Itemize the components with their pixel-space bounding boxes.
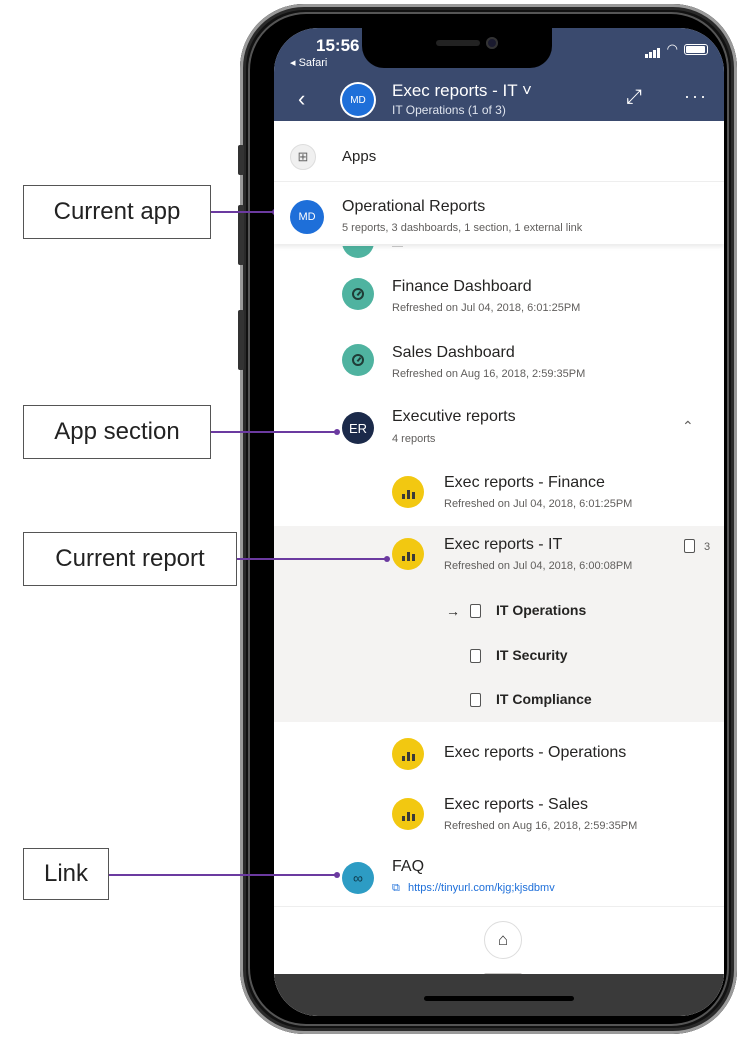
dashboard-icon: [342, 278, 374, 310]
home-indicator[interactable]: [424, 996, 574, 1001]
callout-current-report: Current report: [23, 532, 237, 586]
current-app-row[interactable]: MD Operational Reports 5 reports, 3 dash…: [274, 186, 724, 244]
section-executive-reports[interactable]: ER Executive reports 4 reports ⌃: [274, 396, 724, 458]
expand-icon[interactable]: ⤢: [626, 86, 642, 109]
list-item-exec-sales[interactable]: Exec reports - Sales Refreshed on Aug 16…: [274, 784, 724, 846]
callout-leader-line: [211, 211, 275, 213]
header-avatar: MD: [342, 84, 374, 116]
section-subtitle: 4 reports: [392, 433, 436, 445]
item-subtitle: Refreshed on Aug 16, 2018, 2:59:35PM: [444, 820, 638, 832]
item-title: Sales Dashboard: [392, 344, 515, 361]
signal-icon: [644, 40, 661, 58]
link-icon: ∞: [342, 862, 374, 894]
callout-current-app: Current app: [23, 185, 211, 239]
list-item-sales-dashboard[interactable]: Sales Dashboard Refreshed on Aug 16, 201…: [274, 330, 724, 392]
callout-link: Link: [23, 848, 109, 900]
item-subtitle: Refreshed on Jul 04, 2018, 6:01:25PM: [444, 498, 633, 510]
callout-leader-dot: [384, 556, 390, 562]
item-title: Exec reports - Finance: [444, 474, 605, 491]
report-icon: [392, 798, 424, 830]
phone-side-button: [238, 205, 244, 265]
callout-leader-line: [211, 431, 337, 433]
item-subtitle: Refreshed on Jul 04, 2018, 6:01:25PM: [392, 302, 581, 314]
back-arrow-icon[interactable]: ‹: [298, 86, 305, 112]
callout-leader-dot: [334, 429, 340, 435]
callout-app-section: App section: [23, 405, 211, 459]
page-label: IT Operations: [496, 602, 587, 618]
current-app-title: Operational Reports: [342, 198, 486, 215]
status-icons: ◠: [644, 40, 708, 58]
page-label: IT Compliance: [496, 691, 592, 707]
header-subtitle: IT Operations (1 of 3): [392, 103, 506, 117]
current-app-subtitle: 5 reports, 3 dashboards, 1 section, 1 ex…: [342, 222, 583, 234]
page-item-it-operations[interactable]: → IT Operations: [274, 596, 724, 632]
header-title[interactable]: Exec reports - IT ˅: [392, 81, 532, 101]
item-subtitle: Refreshed on Jul 04, 2018, 6:00:08PM: [444, 560, 633, 572]
item-title: FAQ: [392, 858, 425, 875]
battery-icon: [684, 43, 708, 55]
section-title: Executive reports: [392, 408, 516, 425]
home-icon[interactable]: ⌂: [484, 921, 522, 959]
phone-screen: 15:56 ◂ Safari ◠ ‹ MD Exec reports - IT …: [274, 28, 724, 1016]
faq-url[interactable]: https://tinyurl.com/kjg;kjsdbmv: [408, 882, 555, 894]
chevron-up-icon[interactable]: ⌃: [682, 418, 694, 435]
section-avatar: ER: [342, 412, 374, 444]
apps-row[interactable]: ⊞ Apps: [274, 132, 724, 182]
item-title: Exec reports - IT: [444, 536, 563, 553]
page-item-it-compliance[interactable]: IT Compliance: [274, 684, 724, 720]
list-item-finance-dashboard[interactable]: Finance Dashboard Refreshed on Jul 04, 2…: [274, 264, 724, 326]
dashboard-icon: [342, 246, 374, 258]
list-item-faq-link[interactable]: ∞ FAQ ⧉ https://tinyurl.com/kjg;kjsdbmv: [274, 850, 724, 906]
wifi-icon: ◠: [666, 41, 678, 56]
scrolled-item-text: —: [392, 246, 403, 252]
page-icon: [470, 693, 481, 707]
dashboard-icon: [342, 344, 374, 376]
callout-leader-dot: [334, 872, 340, 878]
page-label: IT Security: [496, 647, 568, 663]
status-back-to-safari[interactable]: ◂ Safari: [290, 56, 327, 69]
page-item-it-security[interactable]: IT Security: [274, 640, 724, 676]
callout-leader-line: [109, 874, 337, 876]
apps-label: Apps: [342, 148, 377, 165]
apps-grid-icon: ⊞: [290, 144, 316, 170]
report-icon: [392, 476, 424, 508]
page-icon: [470, 649, 481, 663]
phone-side-button: [238, 310, 244, 370]
external-link-icon: ⧉: [392, 882, 400, 894]
item-title: Exec reports - Operations: [444, 744, 627, 761]
item-title: Finance Dashboard: [392, 278, 532, 295]
camera-icon: [486, 37, 498, 49]
item-subtitle: Refreshed on Aug 16, 2018, 2:59:35PM: [392, 368, 586, 380]
report-icon: [392, 738, 424, 770]
item-title: Exec reports - Sales: [444, 796, 589, 813]
status-time: 15:56: [316, 36, 360, 55]
pages-icon: [684, 539, 695, 553]
page-icon: [470, 604, 481, 618]
page-count: 3: [704, 541, 711, 553]
list-item-exec-operations[interactable]: Exec reports - Operations: [274, 730, 724, 780]
more-options-icon[interactable]: ···: [684, 86, 708, 107]
app-avatar: MD: [290, 200, 324, 234]
scrolled-item: —: [274, 246, 724, 258]
phone-notch: [362, 28, 552, 68]
callout-leader-line: [237, 558, 387, 560]
system-bar: [274, 974, 724, 1016]
list-item-exec-finance[interactable]: Exec reports - Finance Refreshed on Jul …: [274, 462, 724, 524]
report-icon: [392, 538, 424, 570]
phone-side-button: [238, 145, 244, 175]
current-page-arrow-icon: →: [446, 603, 460, 619]
speaker-grille: [436, 40, 480, 46]
